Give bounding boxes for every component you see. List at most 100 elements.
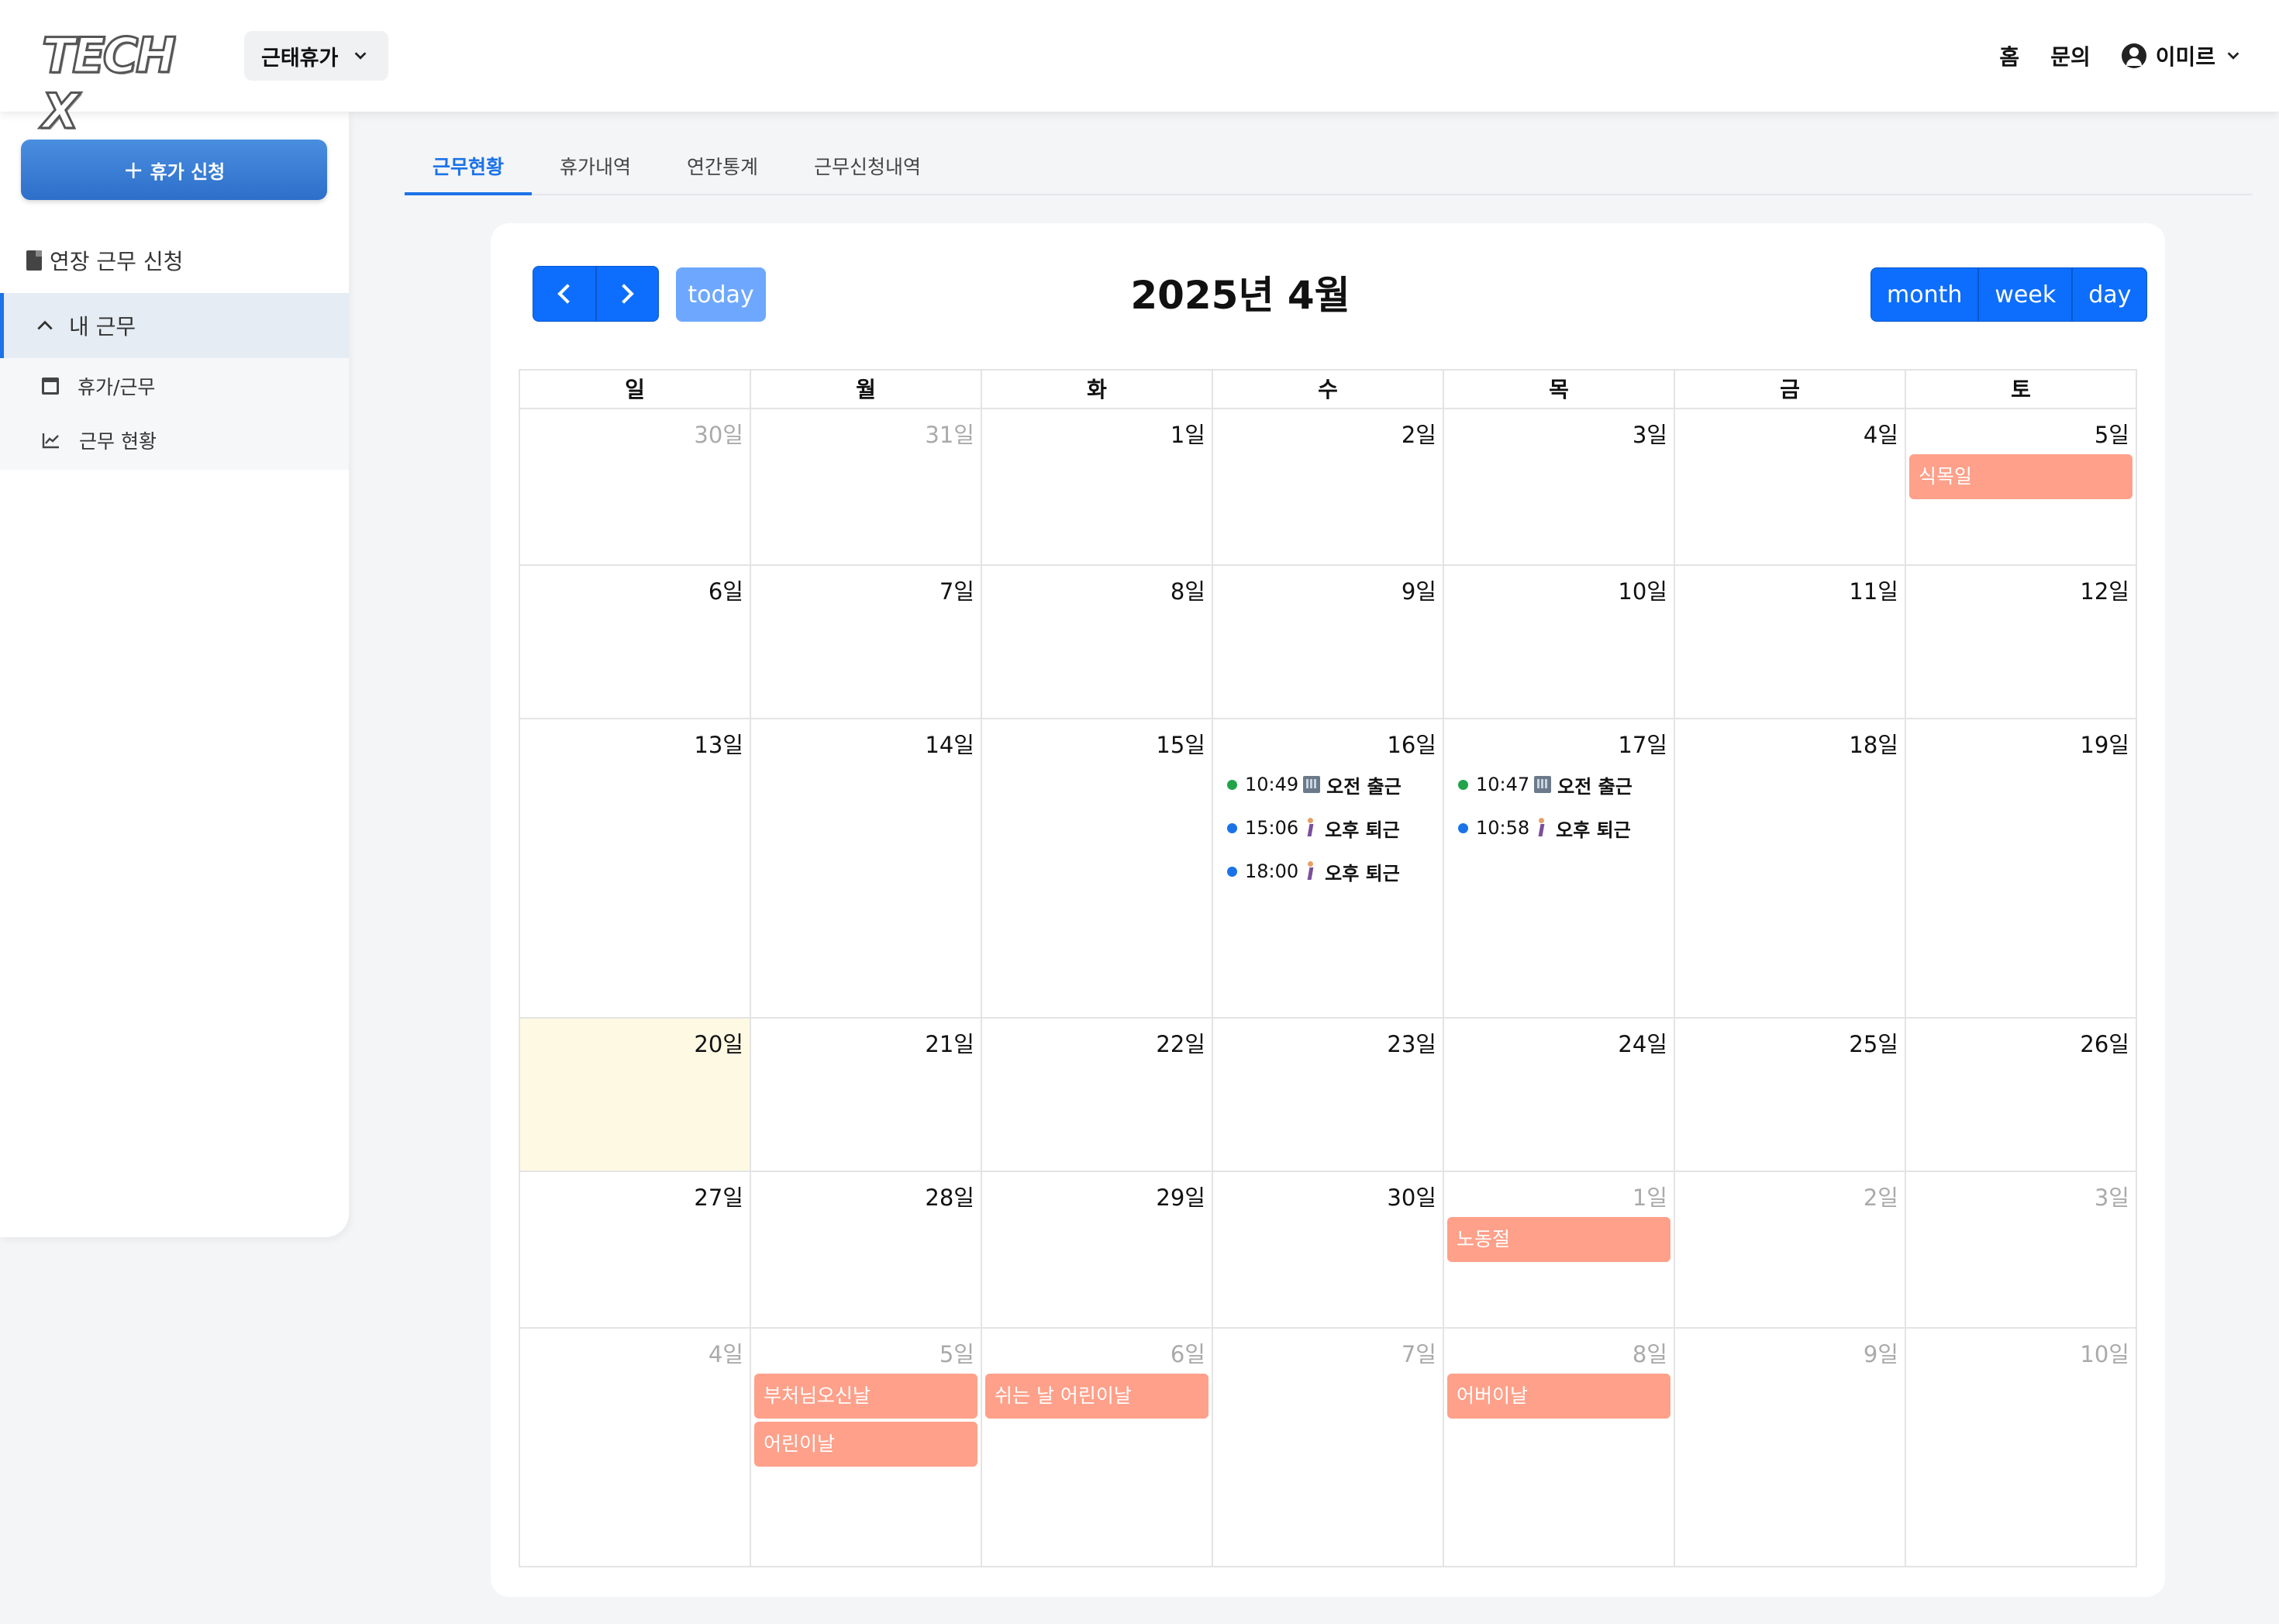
day-cell[interactable]: 25일 <box>1675 1019 1906 1171</box>
day-cell[interactable]: 17일 10:47 오전 출근 10:58 오후 퇴근 <box>1444 719 1675 1017</box>
tab-leave-history[interactable]: 휴가내역 <box>532 140 659 195</box>
day-cell[interactable]: 30일 <box>520 409 751 564</box>
walking-person-icon <box>1534 818 1548 838</box>
day-cell[interactable]: 9일 <box>1675 1329 1906 1566</box>
line-chart-icon <box>42 433 59 449</box>
weekday-label: 월 <box>751 371 982 408</box>
event-label: 오후 퇴근 <box>1325 862 1400 884</box>
day-number: 24일 <box>1618 1031 1667 1057</box>
user-menu[interactable]: 이미르 <box>2121 40 2242 71</box>
sidebar-item-leave-work[interactable]: 휴가/근무 <box>42 372 155 400</box>
day-cell[interactable]: 6일 쉬는 날 어린이날 <box>982 1329 1213 1566</box>
nav-inquiry-link[interactable]: 문의 <box>2050 40 2091 71</box>
calendar-nav <box>533 266 659 322</box>
week-row: 27일 28일 29일 30일 1일 노동절 2일 3일 <box>520 1172 2136 1329</box>
sidebar-item-overtime[interactable]: 연장 근무 신청 <box>26 245 183 276</box>
day-cell[interactable]: 8일 <box>982 566 1213 718</box>
day-cell[interactable]: 29일 <box>982 1172 1213 1327</box>
day-cell[interactable]: 23일 <box>1213 1019 1444 1171</box>
day-cell[interactable]: 24일 <box>1444 1019 1675 1171</box>
techx-logo[interactable]: TECH X <box>41 26 208 140</box>
app-header: TECH X 근태휴가 홈 문의 이미르 <box>0 0 2279 140</box>
day-cell[interactable]: 3일 <box>1444 409 1675 564</box>
day-cell[interactable]: 28일 <box>751 1172 982 1327</box>
day-number: 27일 <box>694 1184 743 1211</box>
day-number: 4일 <box>708 1341 743 1367</box>
day-cell[interactable]: 4일 <box>520 1329 751 1566</box>
event-dot-icon <box>1227 779 1237 790</box>
holiday-event[interactable]: 어버이날 <box>1447 1374 1670 1419</box>
tab-work-status[interactable]: 근무현황 <box>405 140 533 195</box>
day-cell[interactable]: 7일 <box>751 566 982 718</box>
day-cell[interactable]: 13일 <box>520 719 751 1017</box>
day-number: 1일 <box>1632 1184 1667 1211</box>
day-cell[interactable]: 2일 <box>1675 1172 1906 1327</box>
day-number: 9일 <box>1401 578 1436 605</box>
holiday-event[interactable]: 식목일 <box>1909 454 2132 499</box>
day-cell[interactable]: 3일 <box>1906 1172 2136 1327</box>
day-view-button[interactable]: day <box>2072 267 2148 322</box>
prev-month-button[interactable] <box>533 266 596 322</box>
event-label: 오전 출근 <box>1557 775 1633 798</box>
holiday-event[interactable]: 어린이날 <box>754 1422 977 1467</box>
attendance-event[interactable]: 10:58 오후 퇴근 <box>1458 812 1631 843</box>
next-month-button[interactable] <box>595 266 659 322</box>
holiday-event[interactable]: 노동절 <box>1447 1217 1670 1262</box>
month-view-button[interactable]: month <box>1870 267 1979 322</box>
holiday-event[interactable]: 부처님오신날 <box>754 1374 977 1419</box>
day-cell[interactable]: 18일 <box>1675 719 1906 1017</box>
day-cell[interactable]: 1일노동절 <box>1444 1172 1675 1327</box>
leave-request-button[interactable]: + 휴가 신청 <box>21 140 327 200</box>
day-cell[interactable]: 7일 <box>1213 1329 1444 1566</box>
day-cell[interactable]: 8일 어버이날 <box>1444 1329 1675 1566</box>
attendance-event[interactable]: 18:00 오후 퇴근 <box>1227 856 1400 887</box>
sidebar-item-work-status[interactable]: 근무 현황 <box>42 426 157 454</box>
day-cell[interactable]: 15일 <box>982 719 1213 1017</box>
day-cell[interactable]: 9일 <box>1213 566 1444 718</box>
day-number: 14일 <box>925 732 974 758</box>
day-cell[interactable]: 6일 <box>520 566 751 718</box>
week-row: 6일 7일 8일 9일 10일 11일 12일 <box>520 566 2136 719</box>
day-number: 5일 <box>939 1341 974 1367</box>
day-cell[interactable]: 26일 <box>1906 1019 2136 1171</box>
day-cell[interactable]: 10일 <box>1444 566 1675 718</box>
day-cell[interactable]: 14일 <box>751 719 982 1017</box>
day-cell[interactable]: 21일 <box>751 1019 982 1171</box>
holiday-event[interactable]: 쉬는 날 어린이날 <box>985 1374 1208 1419</box>
day-cell[interactable]: 16일 10:49 오전 출근 15:06 오후 퇴근 18:00 오후 퇴근 <box>1213 719 1444 1017</box>
chevron-down-icon <box>354 52 367 60</box>
today-button[interactable]: today <box>676 267 766 322</box>
day-cell[interactable]: 11일 <box>1675 566 1906 718</box>
day-number: 2일 <box>1863 1184 1898 1211</box>
module-select[interactable]: 근태휴가 <box>244 31 388 81</box>
nav-home-link[interactable]: 홈 <box>1999 40 2019 71</box>
day-cell[interactable]: 4일 <box>1675 409 1906 564</box>
day-cell[interactable]: 1일 <box>982 409 1213 564</box>
week-view-button[interactable]: week <box>1978 267 2073 322</box>
day-cell[interactable]: 5일식목일 <box>1906 409 2136 564</box>
event-label: 오전 출근 <box>1326 775 1402 798</box>
day-cell[interactable]: 12일 <box>1906 566 2136 718</box>
day-cell[interactable]: 2일 <box>1213 409 1444 564</box>
attendance-event[interactable]: 10:47 오전 출근 <box>1458 769 1633 800</box>
tab-work-requests[interactable]: 근무신청내역 <box>786 140 949 195</box>
attendance-event[interactable]: 15:06 오후 퇴근 <box>1227 812 1400 843</box>
day-cell[interactable]: 5일부처님오신날 어린이날 <box>751 1329 982 1566</box>
day-number: 7일 <box>939 578 974 605</box>
day-cell[interactable]: 10일 <box>1906 1329 2136 1566</box>
day-cell[interactable]: 22일 <box>982 1019 1213 1171</box>
day-cell[interactable]: 19일 <box>1906 719 2136 1017</box>
day-number: 15일 <box>1156 732 1205 758</box>
building-icon <box>1303 776 1321 793</box>
attendance-event[interactable]: 10:49 오전 출근 <box>1227 769 1402 800</box>
day-cell[interactable]: 27일 <box>520 1172 751 1327</box>
day-number: 5일 <box>2094 422 2129 448</box>
week-row: 30일 31일 1일 2일 3일 4일 5일 식목일 <box>520 409 2136 566</box>
day-cell[interactable]: 30일 <box>1213 1172 1444 1327</box>
day-cell[interactable]: 31일 <box>751 409 982 564</box>
day-cell[interactable]: 20일 <box>520 1019 751 1171</box>
sidebar-item-label: 휴가/근무 <box>78 376 156 398</box>
tab-annual-stats[interactable]: 연간통계 <box>659 140 786 195</box>
event-time: 10:58 <box>1476 817 1530 839</box>
sidebar-group-my-work[interactable]: 내 근무 <box>0 293 349 358</box>
